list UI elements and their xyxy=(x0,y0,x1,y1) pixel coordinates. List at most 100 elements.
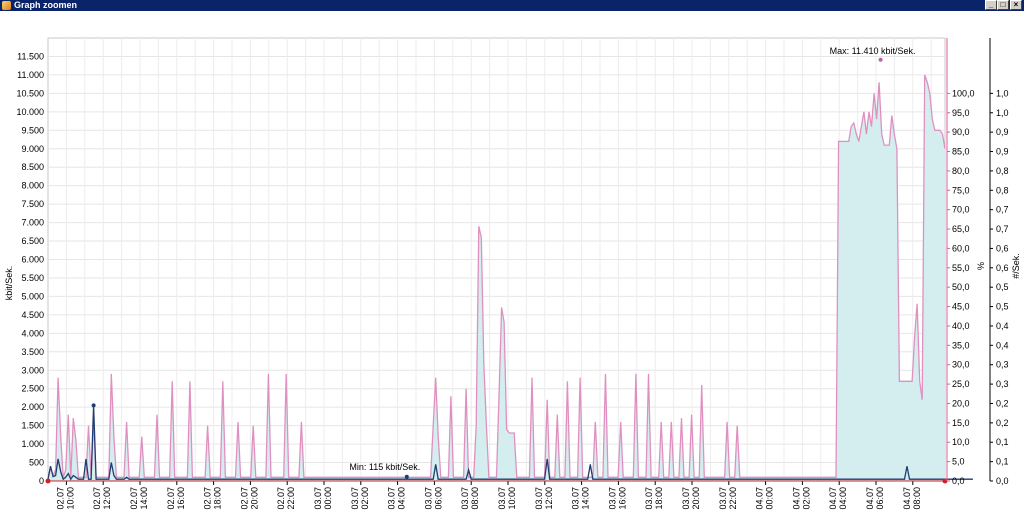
y-tick-right2: 0,4 xyxy=(996,340,1009,350)
x-tick-time: 12:00 xyxy=(102,487,112,510)
max-annotation: Max: 11.410 kbit/Sek. xyxy=(830,46,916,56)
y-tick-right2: 0,9 xyxy=(996,147,1009,157)
y-tick-right1: 5,0 xyxy=(952,457,965,467)
y-tick-left: 6.000 xyxy=(21,255,44,265)
y-tick-left: 10.000 xyxy=(16,107,44,117)
maximize-icon[interactable]: □ xyxy=(997,0,1009,10)
x-tick-date: 04.07 xyxy=(865,487,875,510)
x-tick-time: 22:00 xyxy=(286,487,296,510)
y-tick-right2: 1,0 xyxy=(996,88,1009,98)
y-tick-right1: 0,0 xyxy=(952,476,965,486)
y-tick-left: 9.500 xyxy=(21,125,44,135)
x-tick-date: 03.07 xyxy=(387,487,397,510)
series-peak-marker xyxy=(91,403,96,408)
y-tick-right1: 65,0 xyxy=(952,224,970,234)
y-tick-right1: 15,0 xyxy=(952,418,970,428)
y-tick-left: 8.000 xyxy=(21,181,44,191)
x-tick-time: 18:00 xyxy=(213,487,223,510)
y-tick-left: 5.000 xyxy=(21,291,44,301)
y-tick-right1: 25,0 xyxy=(952,379,970,389)
x-tick-date: 02.07 xyxy=(166,487,176,510)
x-tick-time: 18:00 xyxy=(654,487,664,510)
y-tick-right1: 80,0 xyxy=(952,166,970,176)
y-tick-left: 3.500 xyxy=(21,347,44,357)
y-tick-right2: 1,0 xyxy=(996,108,1009,118)
y-tick-left: 2.000 xyxy=(21,402,44,412)
x-tick-time: 02:00 xyxy=(360,487,370,510)
y-tick-right1: 85,0 xyxy=(952,147,970,157)
y-tick-left: 7.500 xyxy=(21,199,44,209)
y-tick-left: 11.000 xyxy=(17,70,44,80)
x-tick-date: 04.07 xyxy=(791,487,801,510)
x-tick-time: 14:00 xyxy=(139,487,149,510)
y-tick-right1: 45,0 xyxy=(952,302,970,312)
x-tick-date: 03.07 xyxy=(571,487,581,510)
close-icon[interactable]: × xyxy=(1010,0,1022,10)
y-tick-right2: 0,3 xyxy=(996,379,1009,389)
y-tick-left: 1.000 xyxy=(21,439,44,449)
x-tick-date: 02.07 xyxy=(55,487,65,510)
y-tick-left: 0 xyxy=(39,476,44,486)
x-tick-date: 03.07 xyxy=(423,487,433,510)
y-tick-right2: 0,3 xyxy=(996,360,1009,370)
min-marker xyxy=(404,474,409,479)
x-tick-date: 02.07 xyxy=(239,487,249,510)
x-tick-time: 08:00 xyxy=(912,487,922,510)
y-tick-left: 5.500 xyxy=(21,273,44,283)
x-tick-time: 02:00 xyxy=(801,487,811,510)
y-tick-right2: 0,8 xyxy=(996,185,1009,195)
x-tick-time: 04:00 xyxy=(397,487,407,510)
x-tick-time: 00:00 xyxy=(765,487,775,510)
x-tick-time: 20:00 xyxy=(691,487,701,510)
max-marker xyxy=(878,57,883,62)
x-tick-date: 04.07 xyxy=(828,487,838,510)
y-tick-right1: 30,0 xyxy=(952,360,970,370)
x-tick-time: 00:00 xyxy=(323,487,333,510)
window-titlebar[interactable]: Graph zoomen _ □ × xyxy=(0,0,1024,11)
y-tick-right1: 75,0 xyxy=(952,185,970,195)
y-tick-right1: 50,0 xyxy=(952,282,970,292)
x-tick-time: 20:00 xyxy=(249,487,259,510)
y-tick-left: 1.500 xyxy=(21,421,44,431)
x-tick-time: 10:00 xyxy=(65,487,75,510)
y-tick-right1: 60,0 xyxy=(952,243,970,253)
x-tick-date: 03.07 xyxy=(607,487,617,510)
y-tick-right2: 0,4 xyxy=(996,321,1009,331)
y-tick-left: 4.000 xyxy=(21,328,44,338)
y-tick-right1: 100,0 xyxy=(952,88,975,98)
y-tick-right2: 0,9 xyxy=(996,127,1009,137)
y-tick-right2: 0,1 xyxy=(996,437,1009,447)
app-icon xyxy=(2,1,11,10)
y-tick-right2: 0,2 xyxy=(996,398,1009,408)
y-tick-right1: 95,0 xyxy=(952,108,970,118)
y-tick-right2: 0,2 xyxy=(996,418,1009,428)
x-tick-date: 04.07 xyxy=(755,487,765,510)
x-tick-time: 06:00 xyxy=(433,487,443,510)
y-tick-left: 2.500 xyxy=(21,384,44,394)
window-title: Graph zoomen xyxy=(14,0,78,10)
traffic-chart: 0 500 1.000 1.500 2.000 2.500 3.000 3.500 4.000 4… xyxy=(4,37,1021,510)
x-tick-time: 16:00 xyxy=(176,487,186,510)
y-axis-right1-label: % xyxy=(976,262,986,270)
x-tick-date: 03.07 xyxy=(534,487,544,510)
y-tick-right2: 0,7 xyxy=(996,205,1009,215)
x-tick-date: 02.07 xyxy=(276,487,286,510)
y-tick-right1: 35,0 xyxy=(952,340,970,350)
x-tick-date: 03.07 xyxy=(313,487,323,510)
x-tick-time: 06:00 xyxy=(875,487,885,510)
min-annotation: Min: 115 kbit/Sek. xyxy=(349,462,420,472)
x-tick-time: 16:00 xyxy=(617,487,627,510)
y-tick-right2: 0,5 xyxy=(996,302,1009,312)
minimize-icon[interactable]: _ xyxy=(985,0,997,10)
x-tick-time: 14:00 xyxy=(581,487,591,510)
y-tick-right1: 70,0 xyxy=(952,205,970,215)
y-tick-right2: 0,1 xyxy=(996,457,1009,467)
x-tick-date: 03.07 xyxy=(718,487,728,510)
y-tick-left: 8.500 xyxy=(21,162,44,172)
x-tick-time: 12:00 xyxy=(544,487,554,510)
y-tick-left: 500 xyxy=(29,458,44,468)
x-tick-time: 04:00 xyxy=(838,487,848,510)
x-tick-date: 02.07 xyxy=(92,487,102,510)
x-tick-time: 08:00 xyxy=(470,487,480,510)
y-tick-left: 7.000 xyxy=(21,218,44,228)
